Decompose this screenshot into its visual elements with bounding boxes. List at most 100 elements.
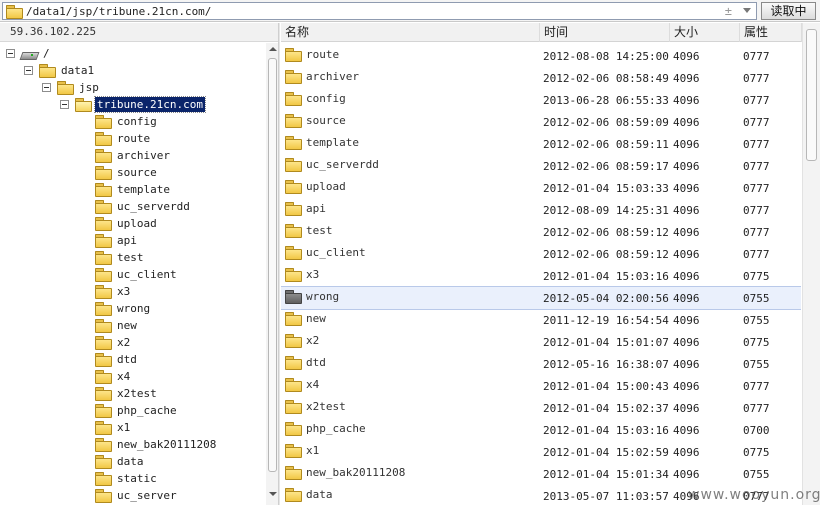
file-row[interactable]: php_cache 2012-01-04 15:03:16 4096 0700 — [281, 419, 801, 441]
column-header-name[interactable]: 名称 — [281, 23, 540, 42]
file-row[interactable]: new 2011-12-19 16:54:54 4096 0755 — [281, 309, 801, 331]
tree-node[interactable]: config — [80, 113, 159, 130]
file-name: template — [306, 136, 359, 149]
collapse-icon[interactable] — [42, 83, 51, 92]
folder-icon — [285, 400, 302, 414]
file-row[interactable]: x2test 2012-01-04 15:02:37 4096 0777 — [281, 397, 801, 419]
collapse-icon[interactable] — [60, 100, 69, 109]
tree-node-label: tribune.21cn.com — [94, 96, 206, 113]
tree-node-label: dtd — [117, 353, 137, 366]
tree-node[interactable]: x4 — [80, 368, 132, 385]
file-row[interactable]: uc_serverdd 2012-02-06 08:59:17 4096 0777 — [281, 155, 801, 177]
file-row[interactable]: uc_client 2012-02-06 08:59:12 4096 0777 — [281, 243, 801, 265]
tree-node[interactable]: tribune.21cn.com — [60, 96, 206, 113]
tree-node[interactable]: wrong — [80, 300, 152, 317]
file-row[interactable]: test 2012-02-06 08:59:12 4096 0777 — [281, 221, 801, 243]
tree-node[interactable]: uc_server — [80, 487, 179, 504]
file-time: 2012-05-04 02:00:56 — [543, 292, 669, 305]
tree-node[interactable]: template — [80, 181, 172, 198]
tree-node[interactable]: static — [80, 470, 159, 487]
file-row[interactable]: route 2012-08-08 14:25:00 4096 0777 — [281, 45, 801, 67]
tree-node-label: upload — [117, 217, 157, 230]
tree-node[interactable]: uc_client — [80, 266, 179, 283]
file-name: test — [306, 224, 333, 237]
folder-icon — [39, 64, 56, 78]
file-name: x4 — [306, 378, 320, 391]
tree-node[interactable]: dtd — [80, 351, 139, 368]
chevron-down-icon[interactable] — [742, 7, 752, 15]
folder-icon — [95, 234, 112, 248]
column-header-attr[interactable]: 属性 — [740, 23, 802, 42]
tree-node-label: wrong — [117, 302, 151, 315]
tree-node[interactable]: api — [80, 232, 139, 249]
file-row[interactable]: x4 2012-01-04 15:00:43 4096 0777 — [281, 375, 801, 397]
plus-minus-icon[interactable]: ± — [725, 4, 732, 18]
file-time: 2012-01-04 15:03:33 — [543, 182, 669, 195]
tree-node[interactable]: x2test — [80, 385, 159, 402]
column-header-size[interactable]: 大小 — [670, 23, 740, 42]
file-name-cell: uc_client — [285, 246, 366, 260]
tree-node[interactable]: / — [6, 45, 52, 62]
tree-node[interactable]: x1 — [80, 419, 132, 436]
file-size: 4096 — [673, 424, 700, 437]
collapse-icon[interactable] — [24, 66, 33, 75]
file-row[interactable]: x1 2012-01-04 15:02:59 4096 0775 — [281, 441, 801, 463]
folder-icon — [95, 251, 112, 265]
folder-icon — [285, 136, 302, 150]
file-row[interactable]: dtd 2012-05-16 16:38:07 4096 0755 — [281, 353, 801, 375]
file-row[interactable]: archiver 2012-02-06 08:58:49 4096 0777 — [281, 67, 801, 89]
folder-icon — [95, 319, 112, 333]
column-header-time[interactable]: 时间 — [540, 23, 670, 42]
file-name: route — [306, 48, 340, 61]
tree-node[interactable]: route — [80, 130, 152, 147]
tree-node[interactable]: upload — [80, 215, 159, 232]
tree-node[interactable]: uc_serverdd — [80, 198, 192, 215]
file-name: config — [306, 92, 346, 105]
file-row[interactable]: config 2013-06-28 06:55:33 4096 0777 — [281, 89, 801, 111]
file-row[interactable]: source 2012-02-06 08:59:09 4096 0777 — [281, 111, 801, 133]
file-row[interactable]: wrong 2012-05-04 02:00:56 4096 0755 — [281, 286, 801, 310]
file-size: 4096 — [673, 270, 700, 283]
folder-icon — [95, 183, 112, 197]
tree-node[interactable]: x2 — [80, 334, 132, 351]
file-name-cell: php_cache — [285, 422, 366, 436]
file-row[interactable]: template 2012-02-06 08:59:11 4096 0777 — [281, 133, 801, 155]
file-list-scroll-thumb[interactable] — [806, 29, 817, 161]
tree-node-label: test — [117, 251, 144, 264]
file-list-scrollbar[interactable] — [802, 23, 820, 505]
collapse-icon[interactable] — [6, 49, 15, 58]
file-size: 4096 — [673, 380, 700, 393]
tree-node[interactable]: php_cache — [80, 402, 179, 419]
tree-node[interactable]: new_bak20111208 — [80, 436, 218, 453]
tree-node[interactable]: x3 — [80, 283, 132, 300]
tree-node[interactable]: jsp — [42, 79, 101, 96]
tree-node[interactable]: new — [80, 317, 139, 334]
folder-icon — [95, 370, 112, 384]
tree-node-label: archiver — [117, 149, 170, 162]
file-name-cell: template — [285, 136, 359, 150]
file-time: 2012-02-06 08:59:17 — [543, 160, 669, 173]
file-row[interactable]: x3 2012-01-04 15:03:16 4096 0775 — [281, 265, 801, 287]
file-size: 4096 — [673, 182, 700, 195]
tree-node[interactable]: data — [80, 453, 146, 470]
file-attr: 0777 — [743, 50, 770, 63]
tree-node[interactable]: data1 — [24, 62, 96, 79]
folder-icon — [95, 132, 112, 146]
file-row[interactable]: upload 2012-01-04 15:03:33 4096 0777 — [281, 177, 801, 199]
folder-icon — [285, 312, 302, 326]
tree-node[interactable]: source — [80, 164, 159, 181]
panel-splitter[interactable] — [278, 23, 280, 505]
tree-node[interactable]: archiver — [80, 147, 172, 164]
tree-scroll-thumb[interactable] — [268, 58, 277, 472]
file-attr: 0777 — [743, 116, 770, 129]
file-row[interactable]: new_bak20111208 2012-01-04 15:01:34 4096 07… — [281, 463, 801, 485]
tree-node-label: x3 — [117, 285, 131, 298]
address-input[interactable]: /data1/jsp/tribune.21cn.com/ ± — [2, 2, 757, 20]
file-time: 2012-05-16 16:38:07 — [543, 358, 669, 371]
file-time: 2011-12-19 16:54:54 — [543, 314, 669, 327]
file-row[interactable]: x2 2012-01-04 15:01:07 4096 0775 — [281, 331, 801, 353]
read-button[interactable]: 读取中 — [761, 2, 816, 20]
tree-node[interactable]: test — [80, 249, 146, 266]
file-name: uc_client — [306, 246, 366, 259]
file-row[interactable]: api 2012-08-09 14:25:31 4096 0777 — [281, 199, 801, 221]
